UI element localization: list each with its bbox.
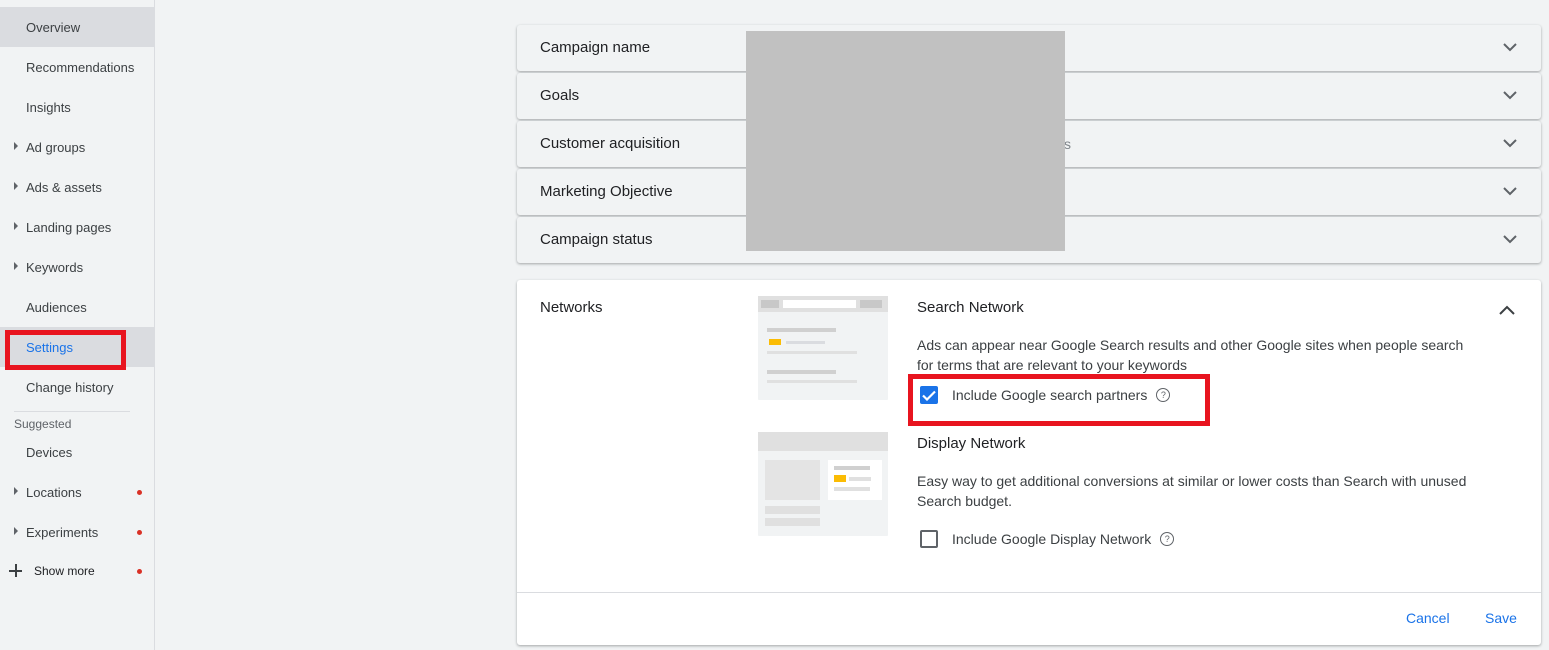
caret-right-icon: [14, 142, 18, 150]
row-title: Campaign name: [540, 39, 651, 56]
sidebar-item-label: Recommendations: [26, 59, 135, 75]
sidebar-item-label: Experiments: [26, 524, 99, 540]
footer-divider: [517, 592, 1541, 593]
caret-right-icon: [14, 262, 18, 270]
search-network-description: Ads can appear near Google Search result…: [917, 337, 1464, 373]
help-icon[interactable]: ?: [1160, 532, 1175, 546]
networks-panel: Networks Search Network Ads can appear n…: [517, 280, 1541, 645]
chevron-up-icon[interactable]: [1499, 302, 1515, 320]
networks-title: Networks: [540, 299, 603, 316]
display-network-option[interactable]: Include Google Display Network ?: [917, 530, 1175, 548]
cancel-button[interactable]: Cancel: [1406, 610, 1450, 626]
plus-icon: [9, 564, 22, 577]
sidebar-item-devices[interactable]: Devices: [0, 432, 154, 472]
row-title: Marketing Objective: [540, 183, 673, 200]
sidebar-item-experiments[interactable]: Experiments: [0, 512, 154, 552]
sidebar-item-label: Change history: [26, 379, 114, 395]
display-network-label[interactable]: Include Google Display Network: [952, 531, 1151, 547]
sidebar: Overview Recommendations Insights Ad gro…: [0, 0, 155, 650]
row-title: Customer acquisition: [540, 135, 681, 152]
sidebar-item-label: Overview: [26, 19, 81, 35]
caret-right-icon: [14, 222, 18, 230]
notification-dot: [137, 569, 142, 574]
row-title: Campaign status: [540, 231, 653, 248]
chevron-down-icon: [1503, 234, 1517, 246]
sidebar-item-label: Ads & assets: [26, 179, 102, 195]
sidebar-item-audiences[interactable]: Audiences: [0, 287, 154, 327]
sidebar-item-label: Keywords: [26, 259, 84, 275]
display-network-checkbox[interactable]: [920, 530, 938, 548]
settings-highlight-box: [5, 330, 126, 370]
sidebar-item-locations[interactable]: Locations: [0, 472, 154, 512]
row-value: s: [1064, 136, 1071, 152]
show-more-label: Show more: [34, 564, 95, 578]
sidebar-item-label: Ad groups: [26, 139, 86, 155]
sidebar-item-landing-pages[interactable]: Landing pages: [0, 207, 154, 247]
search-network-heading: Search Network: [917, 299, 1024, 316]
redacted-region: [746, 31, 1065, 251]
display-network-heading: Display Network: [917, 435, 1026, 452]
notification-dot: [137, 490, 142, 495]
search-partners-highlight-box: [908, 374, 1210, 426]
display-network-illustration: [758, 432, 888, 536]
sidebar-item-label: Insights: [26, 99, 71, 115]
sidebar-item-ad-groups[interactable]: Ad groups: [0, 127, 154, 167]
chevron-down-icon: [1503, 138, 1517, 150]
display-network-description: Easy way to get additional conversions a…: [917, 473, 1467, 509]
sidebar-item-ads-assets[interactable]: Ads & assets: [0, 167, 154, 207]
sidebar-item-label: Devices: [26, 444, 73, 460]
notification-dot: [137, 530, 142, 535]
chevron-down-icon: [1503, 42, 1517, 54]
sidebar-item-insights[interactable]: Insights: [0, 87, 154, 127]
caret-right-icon: [14, 527, 18, 535]
caret-right-icon: [14, 487, 18, 495]
row-title: Goals: [540, 87, 580, 104]
sidebar-section-suggested: Suggested: [14, 417, 72, 431]
chevron-down-icon: [1503, 186, 1517, 198]
sidebar-item-recommendations[interactable]: Recommendations: [0, 47, 154, 87]
sidebar-item-label: Audiences: [26, 299, 87, 315]
save-button[interactable]: Save: [1485, 610, 1517, 626]
sidebar-item-label: Locations: [26, 484, 82, 500]
search-network-illustration: [758, 296, 888, 400]
sidebar-item-overview[interactable]: Overview: [0, 7, 154, 47]
chevron-down-icon: [1503, 90, 1517, 102]
sidebar-item-change-history[interactable]: Change history: [0, 367, 154, 407]
caret-right-icon: [14, 182, 18, 190]
sidebar-divider: [14, 411, 130, 412]
sidebar-show-more[interactable]: Show more: [0, 551, 154, 591]
sidebar-item-keywords[interactable]: Keywords: [0, 247, 154, 287]
sidebar-item-label: Landing pages: [26, 219, 112, 235]
